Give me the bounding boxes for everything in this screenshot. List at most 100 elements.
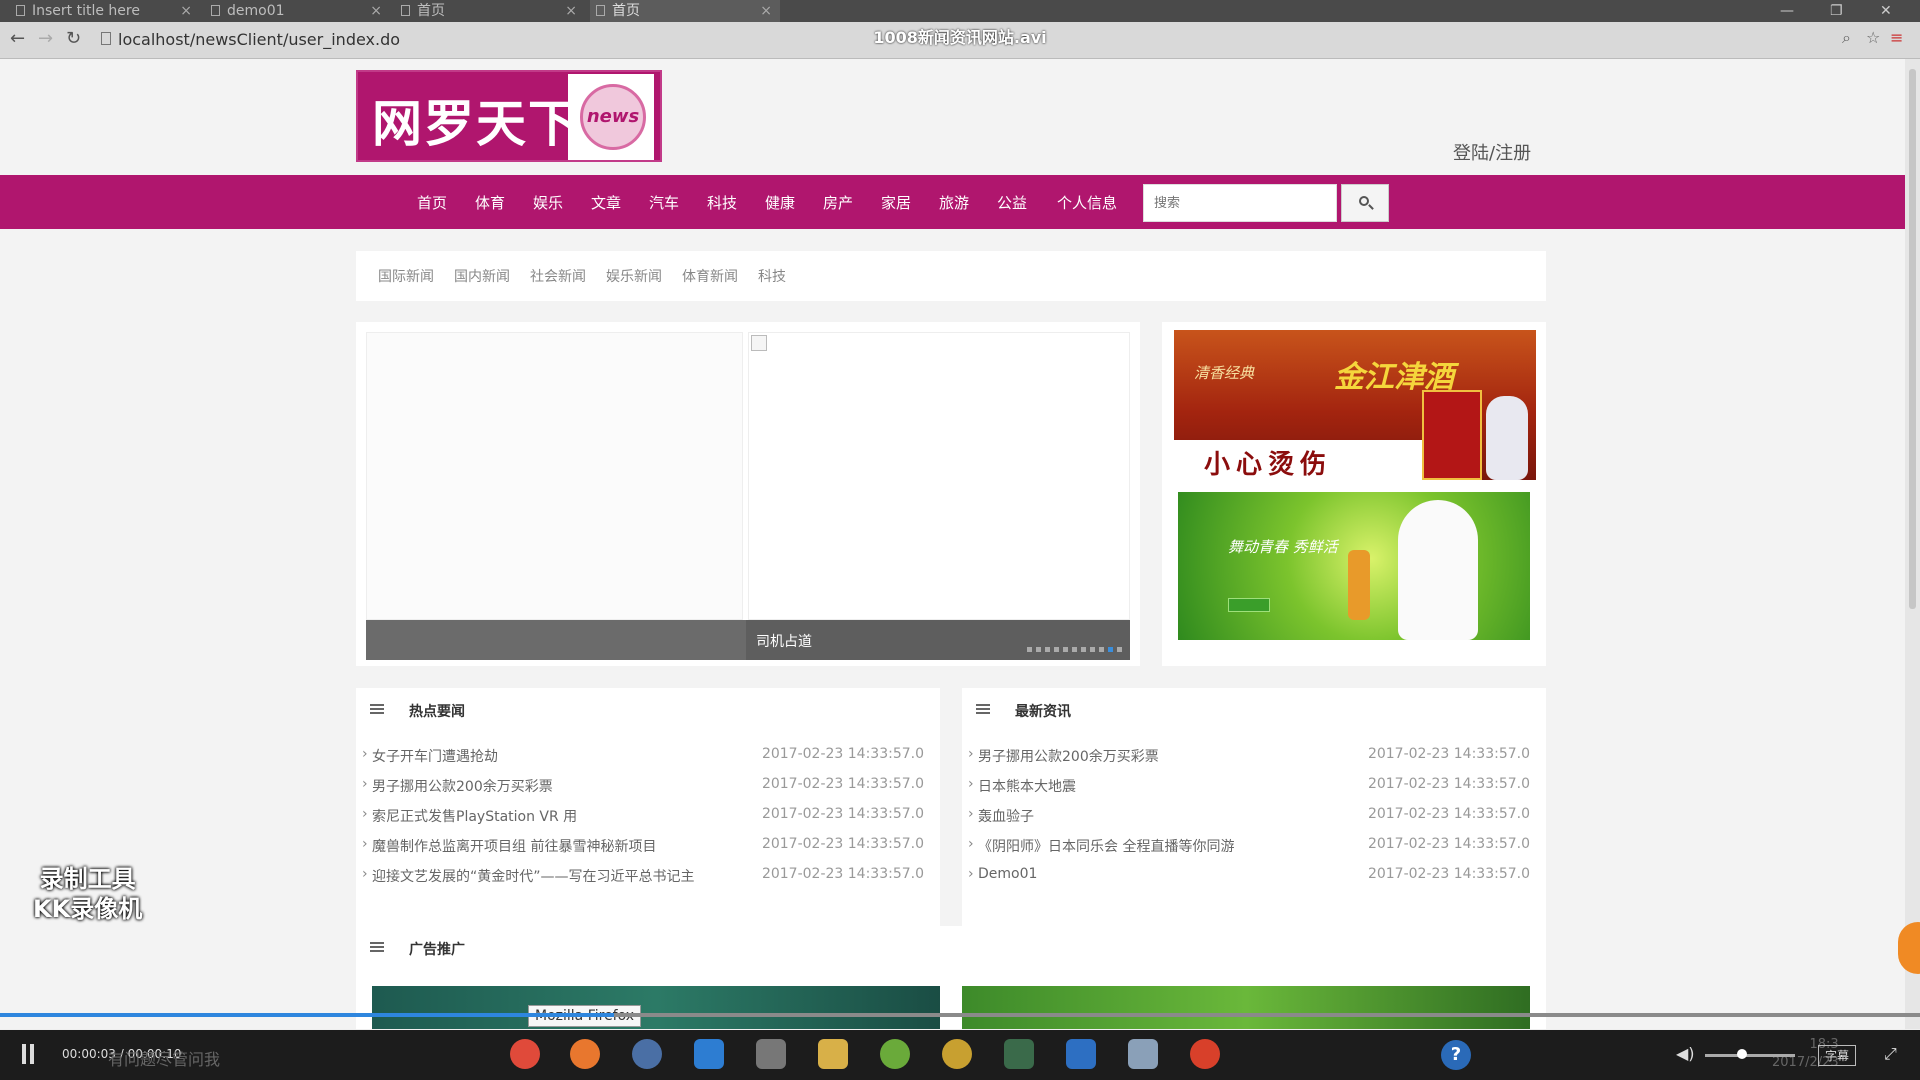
- carousel-dots[interactable]: [1023, 637, 1122, 656]
- close-icon[interactable]: ×: [760, 0, 772, 22]
- store-icon[interactable]: [756, 1039, 786, 1069]
- news-title[interactable]: 魔兽制作总监离开项目组 前往暴雪神秘新项目: [372, 836, 656, 856]
- carousel-dot[interactable]: [1054, 647, 1059, 652]
- carousel-dot[interactable]: [1027, 647, 1032, 652]
- fullscreen-icon[interactable]: ⤢: [1884, 1044, 1897, 1064]
- nav-item-travel[interactable]: 旅游: [939, 192, 969, 213]
- news-title[interactable]: 轰血验子: [978, 806, 1034, 826]
- carousel-dot[interactable]: [1099, 647, 1104, 652]
- carousel-dot[interactable]: [1090, 647, 1095, 652]
- browser-tab-2[interactable]: demo01 ×: [205, 0, 390, 22]
- subnav-international[interactable]: 国际新闻: [378, 266, 434, 286]
- recorder-icon[interactable]: [1190, 1039, 1220, 1069]
- folder-icon[interactable]: [818, 1039, 848, 1069]
- pause-icon[interactable]: [22, 1044, 26, 1064]
- news-title[interactable]: 日本熊本大地震: [978, 776, 1076, 796]
- carousel-dot[interactable]: [1045, 647, 1050, 652]
- news-row[interactable]: › 魔兽制作总监离开项目组 前往暴雪神秘新项目 2017-02-23 14:33:…: [356, 832, 940, 862]
- news-row[interactable]: › 男子挪用公款200余万买彩票 2017-02-23 14:33:57.0: [962, 742, 1546, 772]
- news-row[interactable]: › 轰血验子 2017-02-23 14:33:57.0: [962, 802, 1546, 832]
- close-icon[interactable]: ×: [180, 0, 192, 22]
- news-row[interactable]: › 迎接文艺发展的“黄金时代”——写在习近平总书记主 2017-02-23 14:…: [356, 862, 940, 892]
- eclipse-icon[interactable]: [632, 1039, 662, 1069]
- search-input[interactable]: [1143, 184, 1337, 222]
- drink-ad[interactable]: 舞动青春 秀鲜活: [1178, 492, 1530, 640]
- carousel-dot[interactable]: [1117, 647, 1122, 652]
- subnav-sports[interactable]: 体育新闻: [682, 266, 738, 286]
- news-row[interactable]: › 男子挪用公款200余万买彩票 2017-02-23 14:33:57.0: [356, 772, 940, 802]
- news-title[interactable]: 男子挪用公款200余万买彩票: [978, 746, 1159, 766]
- carousel-caption[interactable]: 司机占道: [756, 631, 812, 651]
- nav-item-cars[interactable]: 汽车: [649, 192, 679, 213]
- volume-knob[interactable]: [1737, 1049, 1747, 1059]
- firefox-icon[interactable]: [570, 1039, 600, 1069]
- carousel-dot[interactable]: [1081, 647, 1086, 652]
- app-icon-green[interactable]: [880, 1039, 910, 1069]
- carousel-dot[interactable]: [1072, 647, 1077, 652]
- news-title[interactable]: 迎接文艺发展的“黄金时代”——写在习近平总书记主: [372, 866, 695, 886]
- news-title[interactable]: 女子开车门遭遇抢劫: [372, 746, 498, 766]
- carousel-dot[interactable]: [1036, 647, 1041, 652]
- app-icon-blue[interactable]: [1128, 1039, 1158, 1069]
- news-title[interactable]: 索尼正式发售PlayStation VR 用: [372, 806, 577, 826]
- news-title[interactable]: 《阴阳师》日本同乐会 全程直播等你同游: [978, 836, 1234, 856]
- cortana-search[interactable]: 有问题尽管问我: [108, 1046, 220, 1070]
- list-icon: [370, 704, 384, 715]
- ad-cta-button[interactable]: [1228, 598, 1270, 612]
- carousel-slide-previous[interactable]: [366, 332, 743, 620]
- scrollbar-thumb[interactable]: [1909, 69, 1916, 609]
- browser-tab-3[interactable]: 首页 ×: [395, 0, 585, 22]
- carousel-dot[interactable]: [1063, 647, 1068, 652]
- nav-item-tech[interactable]: 科技: [707, 192, 737, 213]
- floating-widget-button[interactable]: [1898, 922, 1920, 974]
- video-progress-bar[interactable]: [0, 1013, 1920, 1017]
- news-row[interactable]: › 女子开车门遭遇抢劫 2017-02-23 14:33:57.0: [356, 742, 940, 772]
- minimize-icon[interactable]: —: [1780, 0, 1794, 22]
- ie-icon[interactable]: [694, 1039, 724, 1069]
- nav-item-home-decor[interactable]: 家居: [881, 192, 911, 213]
- subnav-society[interactable]: 社会新闻: [530, 266, 586, 286]
- news-row[interactable]: › Demo01 2017-02-23 14:33:57.0: [962, 862, 1546, 892]
- restore-icon[interactable]: ❐: [1830, 0, 1843, 22]
- nav-item-articles[interactable]: 文章: [591, 192, 621, 213]
- page-scrollbar[interactable]: [1905, 59, 1920, 1029]
- browser-tab-4[interactable]: 首页 ×: [590, 0, 780, 22]
- nav-item-sports[interactable]: 体育: [475, 192, 505, 213]
- carousel-slide-current[interactable]: [748, 332, 1130, 620]
- news-row[interactable]: › 日本熊本大地震 2017-02-23 14:33:57.0: [962, 772, 1546, 802]
- news-title[interactable]: 男子挪用公款200余万买彩票: [372, 776, 553, 796]
- nav-item-health[interactable]: 健康: [765, 192, 795, 213]
- close-icon[interactable]: ×: [370, 0, 382, 22]
- nav-item-home[interactable]: 首页: [417, 192, 447, 213]
- volume-icon[interactable]: ◀): [1676, 1044, 1695, 1063]
- nav-item-profile[interactable]: 个人信息: [1057, 192, 1117, 213]
- liquor-ad[interactable]: 清香经典 金江津酒 小心烫伤: [1174, 330, 1536, 480]
- close-window-icon[interactable]: ✕: [1880, 0, 1892, 22]
- app-icon-dark[interactable]: [1004, 1039, 1034, 1069]
- help-icon[interactable]: ?: [1441, 1040, 1471, 1070]
- site-logo[interactable]: 网罗天下 news: [356, 70, 662, 162]
- subnav-tech[interactable]: 科技: [758, 266, 786, 286]
- news-row[interactable]: › 索尼正式发售PlayStation VR 用 2017-02-23 14:33…: [356, 802, 940, 832]
- close-icon[interactable]: ×: [565, 0, 577, 22]
- news-row[interactable]: › 《阴阳师》日本同乐会 全程直播等你同游 2017-02-23 14:33:57…: [962, 832, 1546, 862]
- login-register-link[interactable]: 登陆/注册: [1453, 139, 1531, 165]
- subnav-entertainment[interactable]: 娱乐新闻: [606, 266, 662, 286]
- chrome-icon[interactable]: [510, 1039, 540, 1069]
- browser-tab-1[interactable]: Insert title here ×: [10, 0, 200, 22]
- volume-slider[interactable]: [1705, 1054, 1795, 1057]
- news-title[interactable]: Demo01: [978, 866, 1037, 882]
- nav-item-realestate[interactable]: 房产: [823, 192, 853, 213]
- news-time: 2017-02-23 14:33:57.0: [1367, 836, 1530, 852]
- subnav-domestic[interactable]: 国内新闻: [454, 266, 510, 286]
- carousel-dot[interactable]: [1108, 647, 1113, 652]
- word-icon[interactable]: [1066, 1039, 1096, 1069]
- nav-item-charity[interactable]: 公益: [997, 192, 1027, 213]
- promo-image-2[interactable]: [962, 986, 1530, 1029]
- promo-image-1[interactable]: [372, 986, 940, 1029]
- subtitle-button[interactable]: 字幕: [1818, 1045, 1857, 1066]
- search-button[interactable]: [1341, 184, 1389, 222]
- news-time: 2017-02-23 14:33:57.0: [761, 836, 924, 852]
- app-icon-yellow[interactable]: [942, 1039, 972, 1069]
- nav-item-entertainment[interactable]: 娱乐: [533, 192, 563, 213]
